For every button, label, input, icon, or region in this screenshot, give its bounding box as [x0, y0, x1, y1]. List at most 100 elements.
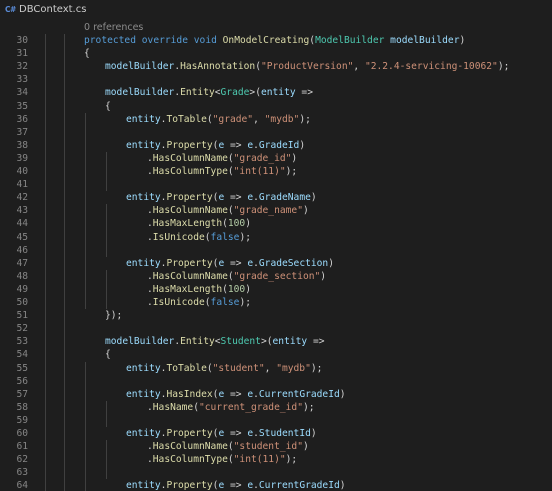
- code-token: HasAnnotation: [180, 61, 256, 73]
- code-line[interactable]: 53 modelBuilder.Entity<Student>(entity =>: [0, 335, 552, 348]
- code-line[interactable]: 45 .IsUnicode(false);: [0, 231, 552, 244]
- code-token: "grade": [212, 113, 254, 125]
- code-text: {: [105, 100, 111, 113]
- code-editor[interactable]: 0 references 30 protected override void O…: [0, 19, 552, 491]
- code-line[interactable]: 40 .HasColumnType("int(11)");: [0, 165, 552, 178]
- indent-guide: [45, 34, 46, 491]
- code-token: HasColumnName: [152, 441, 228, 453]
- code-token: void: [193, 35, 217, 46]
- code-token: StudentId: [258, 428, 311, 439]
- code-token: );: [302, 401, 315, 413]
- indent-guide: [85, 361, 86, 491]
- code-line[interactable]: 39 .HasColumnName("grade_id"): [0, 152, 552, 165]
- code-line[interactable]: 32 modelBuilder.HasAnnotation("ProductVer…: [0, 60, 552, 73]
- code-token: CurrentGradeId: [258, 388, 340, 400]
- line-number: 44: [16, 218, 28, 230]
- code-token: HasColumnType: [152, 166, 228, 177]
- code-token: Student: [220, 336, 261, 348]
- code-token: ): [299, 139, 306, 151]
- line-number: 40: [16, 166, 28, 177]
- line-number: 46: [16, 244, 28, 256]
- code-token: HasMaxLength: [152, 283, 223, 295]
- code-line[interactable]: 41: [0, 178, 552, 191]
- code-token: ): [291, 152, 298, 164]
- code-line[interactable]: 46: [0, 244, 552, 257]
- code-text: entity.ToTable("grade", "mydb");: [126, 113, 311, 126]
- code-token: "student": [212, 362, 265, 374]
- line-number: 60: [16, 428, 28, 439]
- code-line[interactable]: 30 protected override void OnModelCreatin…: [0, 34, 552, 47]
- code-token: =>: [295, 87, 313, 99]
- code-token: ): [339, 388, 346, 400]
- code-token: IsUnicode: [152, 297, 205, 308]
- line-number: 58: [16, 401, 28, 413]
- code-token: entity: [126, 388, 161, 400]
- line-number: 47: [16, 257, 28, 269]
- code-line[interactable]: 33: [0, 73, 552, 86]
- code-token: Grade: [220, 87, 250, 99]
- code-line[interactable]: 42 entity.Property(e => e.GradeName): [0, 191, 552, 204]
- code-line[interactable]: 35 {: [0, 100, 552, 113]
- code-token: entity: [260, 87, 296, 99]
- code-line[interactable]: 44 .HasMaxLength(100): [0, 217, 552, 230]
- code-line[interactable]: 52: [0, 322, 552, 335]
- code-line[interactable]: 62 .HasColumnType("int(11)");: [0, 453, 552, 466]
- code-token: ): [245, 218, 251, 230]
- code-token: "int(11)": [233, 454, 286, 466]
- csharp-file-icon: C#: [5, 5, 16, 14]
- code-token: entity: [126, 362, 161, 374]
- code-line[interactable]: 47 entity.Property(e => e.GradeSection): [0, 257, 552, 270]
- code-line[interactable]: 50 .IsUnicode(false);: [0, 296, 552, 309]
- line-number: 61: [16, 441, 28, 453]
- code-line[interactable]: 61 .HasColumnName("student_id"): [0, 440, 552, 453]
- code-line[interactable]: 58 .HasName("current_grade_id");: [0, 401, 552, 414]
- code-line[interactable]: 56: [0, 375, 552, 388]
- code-line[interactable]: 36 entity.ToTable("grade", "mydb");: [0, 113, 552, 126]
- code-line[interactable]: 64 entity.Property(e => e.CurrentGradeId): [0, 479, 552, 491]
- code-text: entity.HasIndex(e => e.CurrentGradeId): [126, 388, 346, 401]
- code-token: HasColumnType: [152, 454, 228, 466]
- code-line[interactable]: 59: [0, 414, 552, 427]
- line-number: 36: [16, 113, 28, 125]
- editor-tab[interactable]: C# DBContext.cs: [0, 0, 552, 19]
- code-text: .HasMaxLength(100): [147, 217, 251, 230]
- code-token: OnModelCreating: [222, 35, 310, 46]
- code-line[interactable]: 49 .HasMaxLength(100): [0, 283, 552, 296]
- code-text: entity.Property(e => e.CurrentGradeId): [126, 479, 346, 491]
- line-number: 64: [16, 480, 28, 491]
- code-token: modelBuilder: [390, 35, 460, 46]
- code-token: ): [459, 35, 466, 46]
- code-line[interactable]: 31 {: [0, 47, 552, 60]
- code-line[interactable]: 51});: [0, 309, 552, 322]
- code-token: HasIndex: [166, 388, 213, 400]
- code-token: entity: [126, 257, 161, 269]
- code-line[interactable]: 60 entity.Property(e => e.StudentId): [0, 427, 552, 440]
- code-token: ): [310, 192, 317, 204]
- code-token: entity: [126, 428, 161, 439]
- code-token: HasMaxLength: [152, 218, 223, 230]
- codelens-references[interactable]: 0 references: [84, 22, 143, 33]
- code-line[interactable]: 54 {: [0, 348, 552, 361]
- code-token: "current_grade_id": [199, 401, 303, 413]
- code-token: Property: [166, 139, 213, 151]
- code-line[interactable]: 55 entity.ToTable("student", "mydb");: [0, 362, 552, 375]
- code-line[interactable]: 34 modelBuilder.Entity<Grade>(entity =>: [0, 86, 552, 99]
- code-token: Entity: [180, 87, 215, 99]
- code-token: =>: [224, 428, 248, 439]
- line-number: 33: [16, 74, 28, 86]
- code-line[interactable]: 43 .HasColumnName("grade_name"): [0, 204, 552, 217]
- code-line[interactable]: 48 .HasColumnName("grade_section"): [0, 270, 552, 283]
- code-text: entity.Property(e => e.GradeId): [126, 139, 305, 152]
- code-token: ): [302, 441, 309, 453]
- code-line[interactable]: 57 entity.HasIndex(e => e.CurrentGradeId): [0, 388, 552, 401]
- code-text: entity.Property(e => e.StudentId): [126, 427, 317, 440]
- code-token: Property: [166, 428, 213, 439]
- code-token: {: [105, 349, 111, 361]
- code-line[interactable]: 37: [0, 126, 552, 139]
- code-token: override: [141, 35, 188, 46]
- code-line[interactable]: 63: [0, 466, 552, 479]
- code-text: entity.ToTable("student", "mydb");: [126, 362, 322, 375]
- code-token: ,: [264, 362, 277, 374]
- code-line[interactable]: 38 entity.Property(e => e.GradeId): [0, 139, 552, 152]
- code-token: 100: [227, 283, 246, 295]
